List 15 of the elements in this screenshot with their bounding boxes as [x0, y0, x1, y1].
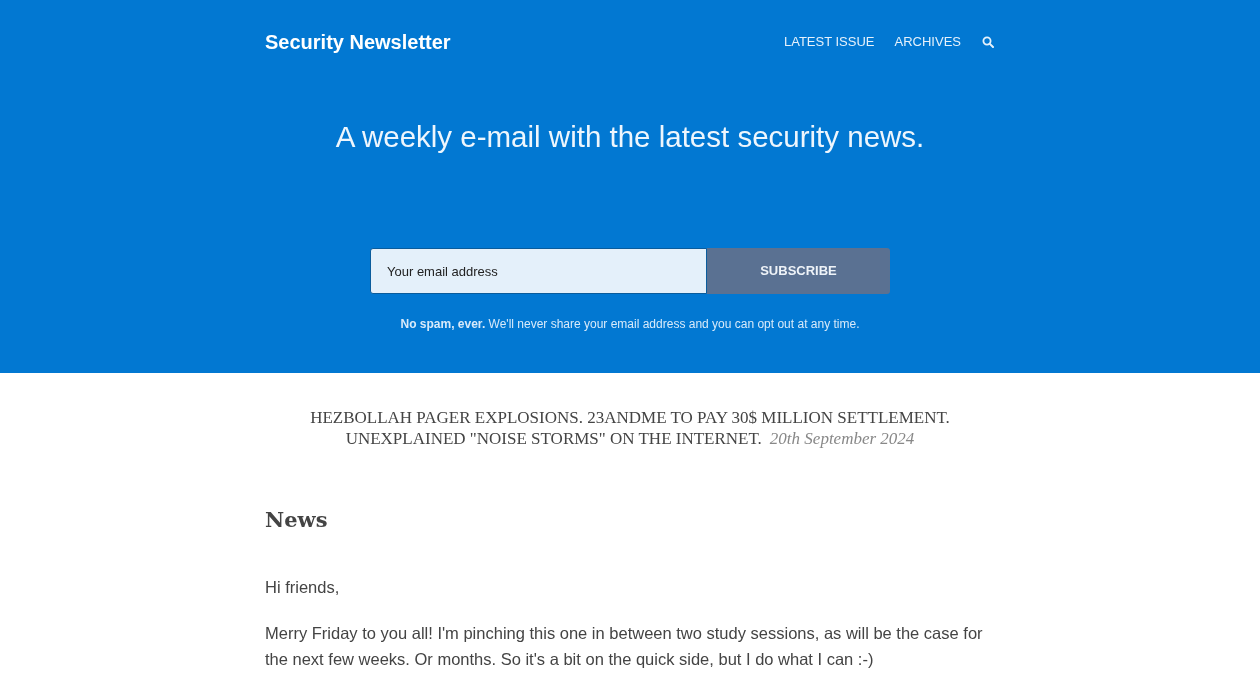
issue-date: 20th September 2024: [769, 428, 915, 449]
site-title[interactable]: Security Newsletter: [265, 27, 451, 57]
issue-headline: HEZBOLLAH PAGER EXPLOSIONS. 23ANDME TO PAY 30$ MILLION SETTLEMENT.: [310, 407, 950, 428]
nav-link[interactable]: LATEST ISSUE: [783, 32, 875, 52]
nav-link[interactable]: ARCHIVES: [894, 32, 961, 52]
email-field[interactable]: Your email address: [370, 248, 707, 294]
subscribe-button[interactable]: SUBSCRIBE: [707, 248, 890, 294]
article-paragraph: Hi friends,: [265, 576, 341, 598]
issue-headline: UNEXPLAINED "NOISE STORMS" ON THE INTERNET.: [345, 428, 762, 449]
section-heading: News: [265, 506, 329, 534]
article-paragraph: Merry Friday to you all! I'm pinching this one in between two study sessions, as will be the case for the next few weeks. Or months. So it's a bit on the quick side, but I do what I can :-): [265, 622, 984, 670]
hero-headline: A weekly e-mail with the latest security news.: [335, 119, 925, 155]
search-button[interactable]: [981, 35, 995, 49]
search-icon: [982, 36, 994, 48]
privacy-note: No spam, ever. We'll never share your email address and you can opt out at any time.: [400, 316, 860, 333]
